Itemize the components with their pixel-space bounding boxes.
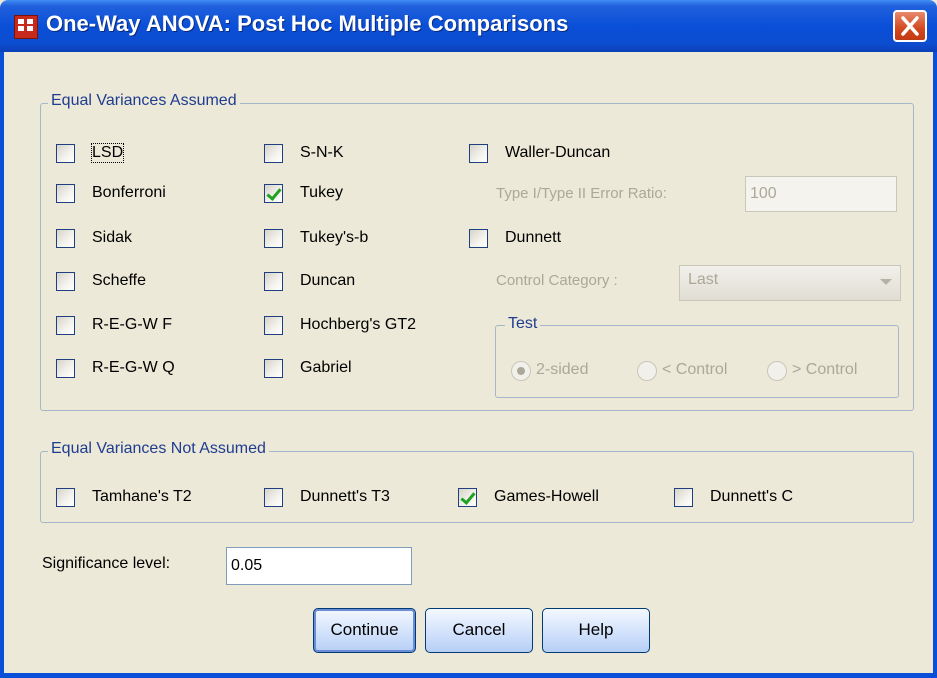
- checkbox-label: Duncan: [300, 272, 356, 289]
- checkbox-box[interactable]: [264, 144, 283, 163]
- checkbox-box[interactable]: [469, 229, 488, 248]
- radio-selected-circle[interactable]: [511, 361, 531, 381]
- checkbox-label: Sidak: [92, 229, 133, 246]
- radio-label: 2-sided: [536, 361, 589, 378]
- checkbox-box[interactable]: [674, 488, 693, 507]
- window-frame-left: [0, 52, 4, 678]
- checkbox-label: Tukey's-b: [300, 229, 369, 246]
- close-icon: [901, 16, 919, 36]
- checkbox-label: Tamhane's T2: [92, 488, 192, 505]
- equal-variances-assumed-legend: Equal Variances Assumed: [48, 92, 240, 110]
- checkbox-label: Bonferroni: [92, 184, 166, 201]
- cancel-button[interactable]: Cancel: [425, 608, 533, 653]
- control-category-value: Last: [688, 271, 719, 288]
- checkbox-box[interactable]: [264, 316, 283, 335]
- checkbox-label: S-N-K: [300, 144, 344, 161]
- equal-variances-not-assumed-legend: Equal Variances Not Assumed: [48, 440, 269, 458]
- help-button[interactable]: Help: [542, 608, 650, 653]
- checkbox-checked-box[interactable]: [264, 184, 283, 203]
- checkbox-label: Hochberg's GT2: [300, 316, 416, 333]
- checkbox-label: Gabriel: [300, 359, 352, 376]
- checkbox-box[interactable]: [469, 144, 488, 163]
- test-legend: Test: [505, 315, 541, 333]
- close-button[interactable]: [893, 10, 927, 42]
- checkbox-box[interactable]: [264, 359, 283, 378]
- radio-label: < Control: [662, 361, 728, 378]
- equal-variances-not-assumed-group: [40, 451, 914, 523]
- checkbox-box[interactable]: [56, 272, 75, 291]
- checkbox-box[interactable]: [56, 316, 75, 335]
- error-ratio-field[interactable]: 100: [745, 176, 897, 212]
- checkbox-box[interactable]: [56, 359, 75, 378]
- significance-level-label: Significance level:: [42, 555, 171, 572]
- checkbox-box[interactable]: [264, 229, 283, 248]
- radio-circle[interactable]: [767, 361, 787, 381]
- checkbox-box[interactable]: [56, 144, 75, 163]
- error-ratio-label: Type I/Type II Error Ratio:: [496, 185, 667, 202]
- checkbox-box[interactable]: [264, 488, 283, 507]
- checkbox-label: Dunnett's T3: [300, 488, 390, 505]
- radio-label: > Control: [792, 361, 858, 378]
- control-category-label: Control Category :: [496, 272, 618, 289]
- window-frame-right: [933, 52, 937, 678]
- checkbox-label: Tukey: [300, 184, 343, 201]
- checkbox-box[interactable]: [264, 272, 283, 291]
- window-frame-bottom: [0, 673, 937, 678]
- chevron-down-icon: [880, 279, 892, 285]
- checkbox-label: Dunnett's C: [710, 488, 794, 505]
- checkbox-label: R-E-G-W F: [92, 316, 172, 333]
- checkbox-box[interactable]: [56, 229, 75, 248]
- checkbox-label: LSD: [90, 143, 125, 163]
- spss-grid-icon: [14, 15, 38, 39]
- checkbox-label: R-E-G-W Q: [92, 359, 175, 376]
- radio-circle[interactable]: [637, 361, 657, 381]
- continue-button[interactable]: Continue: [313, 608, 416, 653]
- checkbox-label: Dunnett: [505, 229, 562, 246]
- title-bar: One-Way ANOVA: Post Hoc Multiple Compari…: [0, 0, 937, 52]
- control-category-dropdown[interactable]: Last: [679, 265, 901, 301]
- significance-level-input[interactable]: 0.05: [226, 547, 412, 585]
- checkbox-label: Games-Howell: [494, 488, 599, 505]
- checkbox-label: Waller-Duncan: [505, 144, 611, 161]
- checkbox-checked-box[interactable]: [458, 488, 477, 507]
- checkbox-box[interactable]: [56, 488, 75, 507]
- checkbox-label: Scheffe: [92, 272, 146, 289]
- window-title: One-Way ANOVA: Post Hoc Multiple Compari…: [46, 11, 569, 36]
- checkbox-box[interactable]: [56, 184, 75, 203]
